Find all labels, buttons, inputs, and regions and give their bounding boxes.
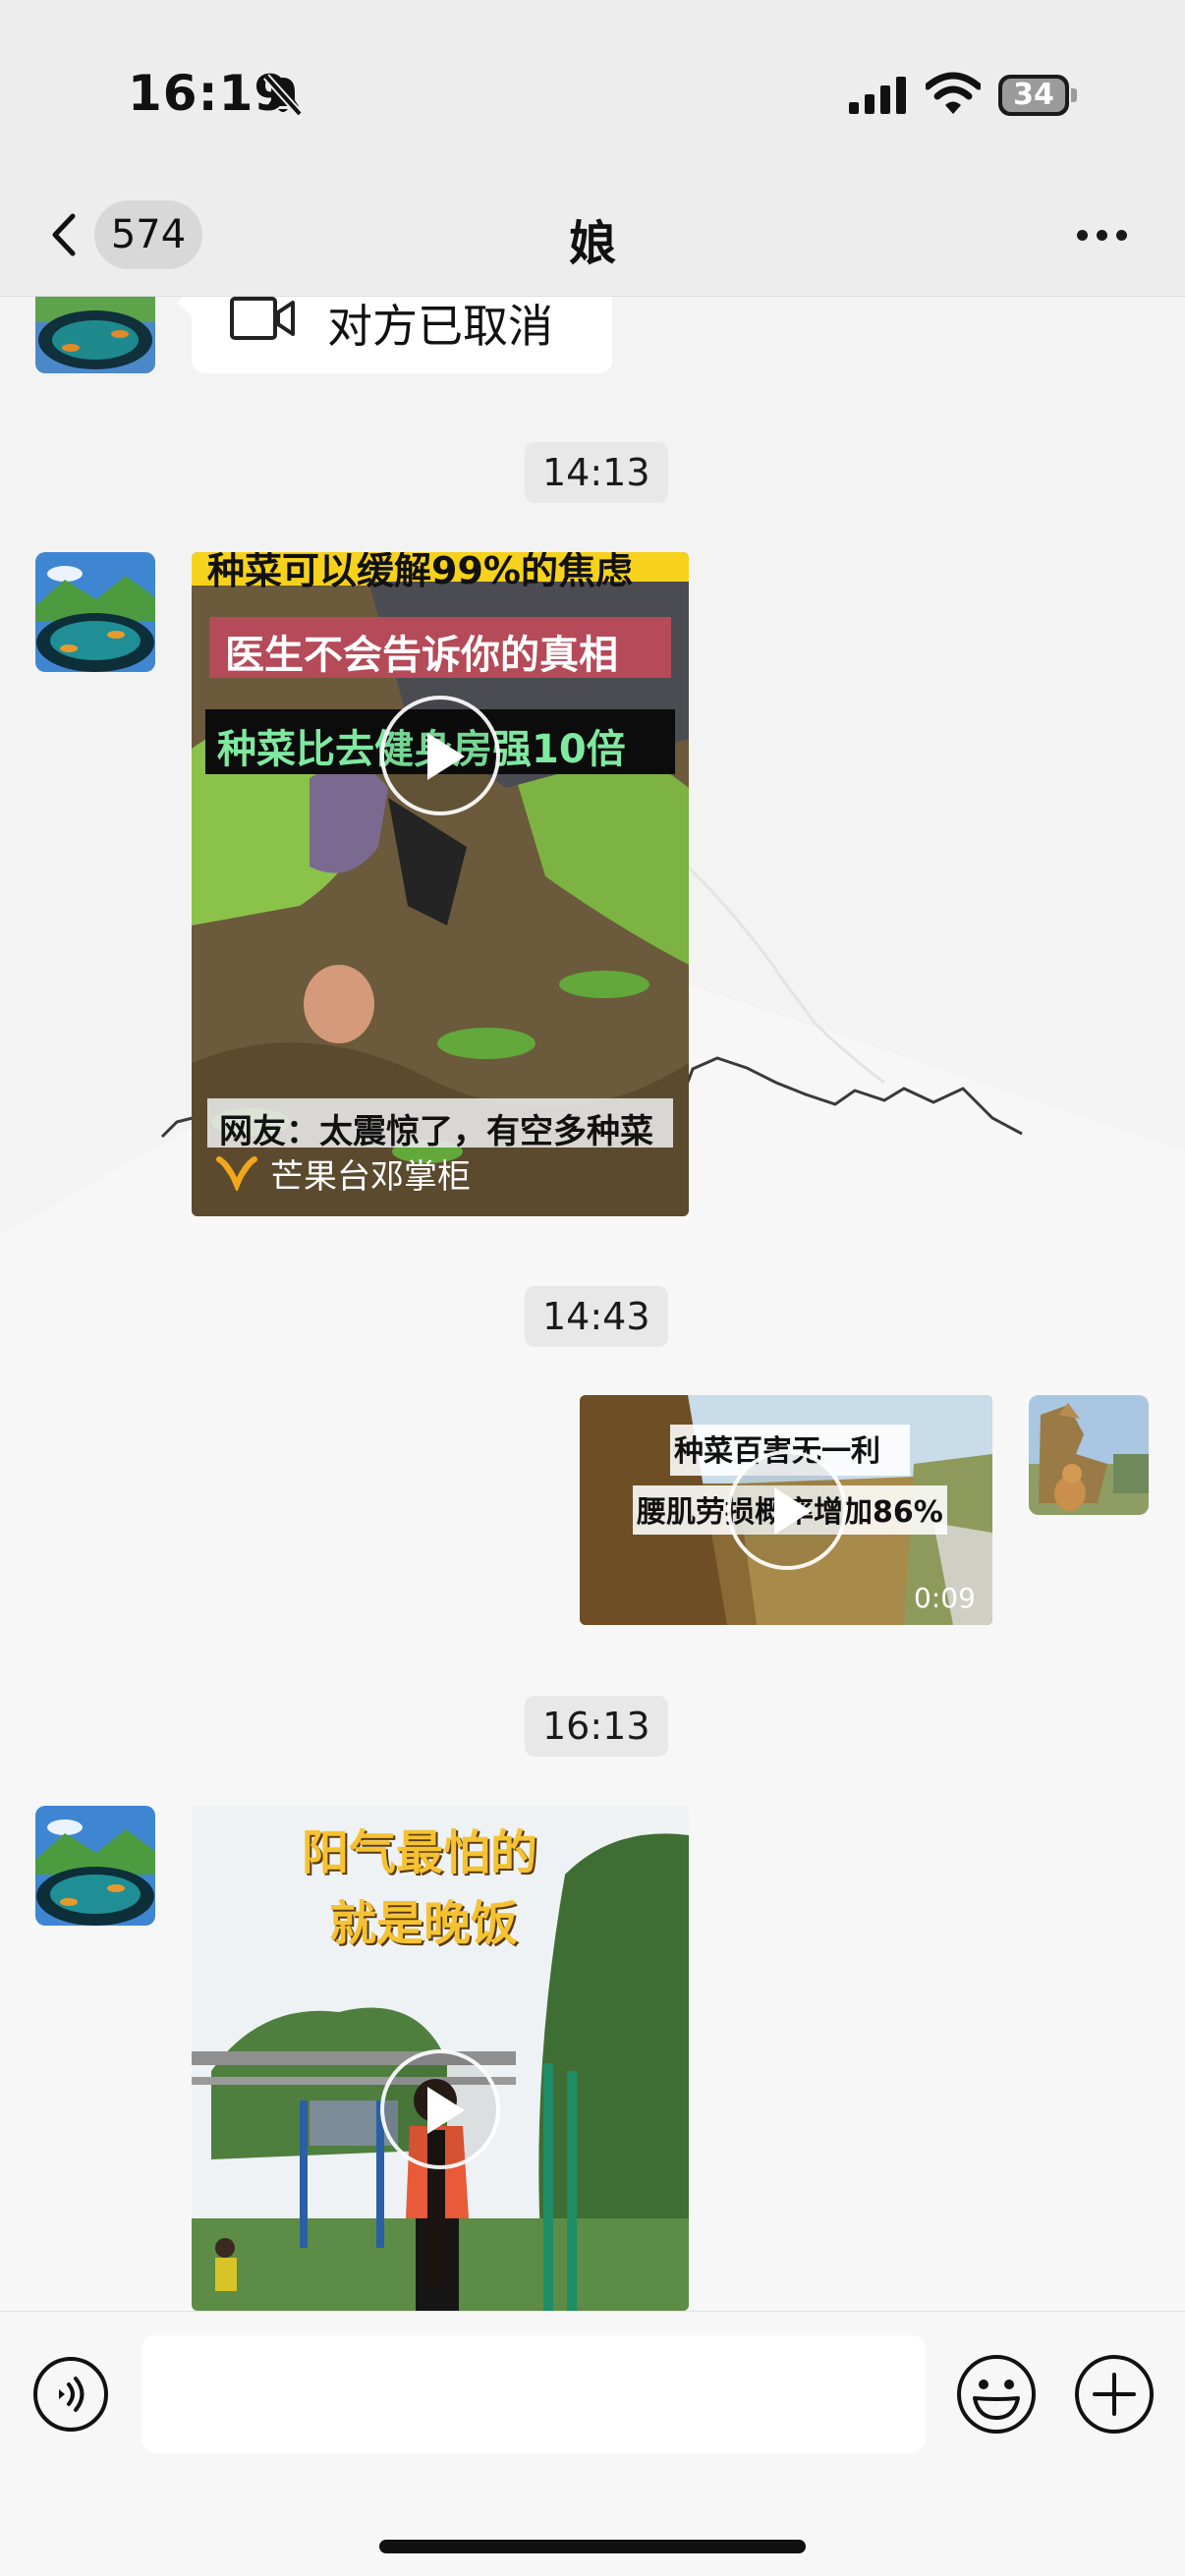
call-status-text: 对方已取消 xyxy=(327,300,553,353)
cancelled-call-bubble[interactable]: 对方已取消 xyxy=(192,297,612,373)
plus-circle-icon[interactable] xyxy=(1073,2353,1156,2436)
video-top-banner: 种菜可以缓解99%的焦虑 xyxy=(207,552,633,592)
my-avatar[interactable] xyxy=(1029,1395,1149,1515)
video-message[interactable]: 种菜百害无一利 腰肌劳损概率增加86% 0:09 xyxy=(580,1395,992,1625)
play-button-icon[interactable] xyxy=(380,2049,500,2169)
message-input[interactable] xyxy=(141,2335,926,2453)
back-button[interactable]: 574 xyxy=(39,200,216,269)
input-bar xyxy=(0,2311,1185,2576)
video-duration: 0:09 xyxy=(914,1582,976,1614)
contact-avatar[interactable] xyxy=(35,1806,155,1926)
video-caption: 阳气最怕的 xyxy=(302,1825,538,1880)
status-bar: 16:19 34 xyxy=(0,0,1185,177)
play-button-icon[interactable] xyxy=(380,696,500,815)
message-list[interactable]: 对方已取消 14:13 种菜可以缓解99%的焦虑 医生不会告诉你的真相 种菜比去… xyxy=(0,297,1185,2311)
video-caption: 医生不会告诉你的真相 xyxy=(225,633,618,678)
lake-landscape-image xyxy=(35,552,155,672)
video-message[interactable]: 阳气最怕的 就是晚饭 xyxy=(192,1806,689,2311)
video-caption: 就是晚饭 xyxy=(329,1896,519,1951)
video-channel-name: 芒果台邓掌柜 xyxy=(270,1157,471,1197)
video-message[interactable]: 种菜可以缓解99%的焦虑 医生不会告诉你的真相 种菜比去健身房强10倍 网友：太… xyxy=(192,552,689,1216)
timestamp: 14:43 xyxy=(525,1286,668,1347)
emoji-icon[interactable] xyxy=(955,2353,1038,2436)
more-dots-icon xyxy=(1077,230,1088,241)
voice-input-icon[interactable] xyxy=(31,2355,110,2434)
play-button-icon[interactable] xyxy=(727,1450,847,1570)
dog-and-statue-image xyxy=(1029,1395,1149,1515)
lake-landscape-image xyxy=(35,1806,155,1926)
mango-tv-logo-icon xyxy=(216,1156,257,1191)
more-options-button[interactable] xyxy=(1061,210,1140,259)
contact-avatar[interactable] xyxy=(35,297,155,373)
bell-muted-icon xyxy=(263,74,303,117)
home-indicator xyxy=(379,2540,806,2553)
chevron-left-icon xyxy=(52,213,76,256)
wifi-icon xyxy=(926,72,981,114)
contact-avatar[interactable] xyxy=(35,552,155,672)
battery-icon: 34 xyxy=(998,75,1077,116)
timestamp: 16:13 xyxy=(525,1696,668,1757)
chat-header: 574 娘 xyxy=(0,177,1185,297)
cellular-signal-icon xyxy=(849,77,906,114)
timestamp: 14:13 xyxy=(525,442,668,503)
video-caption: 网友：太震惊了，有空多种菜 xyxy=(219,1112,653,1151)
chat-title: 娘 xyxy=(568,216,616,271)
video-call-icon xyxy=(230,297,295,340)
lake-landscape-image xyxy=(35,297,155,373)
battery-level: 34 xyxy=(1013,78,1054,112)
unread-count-badge: 574 xyxy=(94,200,202,269)
